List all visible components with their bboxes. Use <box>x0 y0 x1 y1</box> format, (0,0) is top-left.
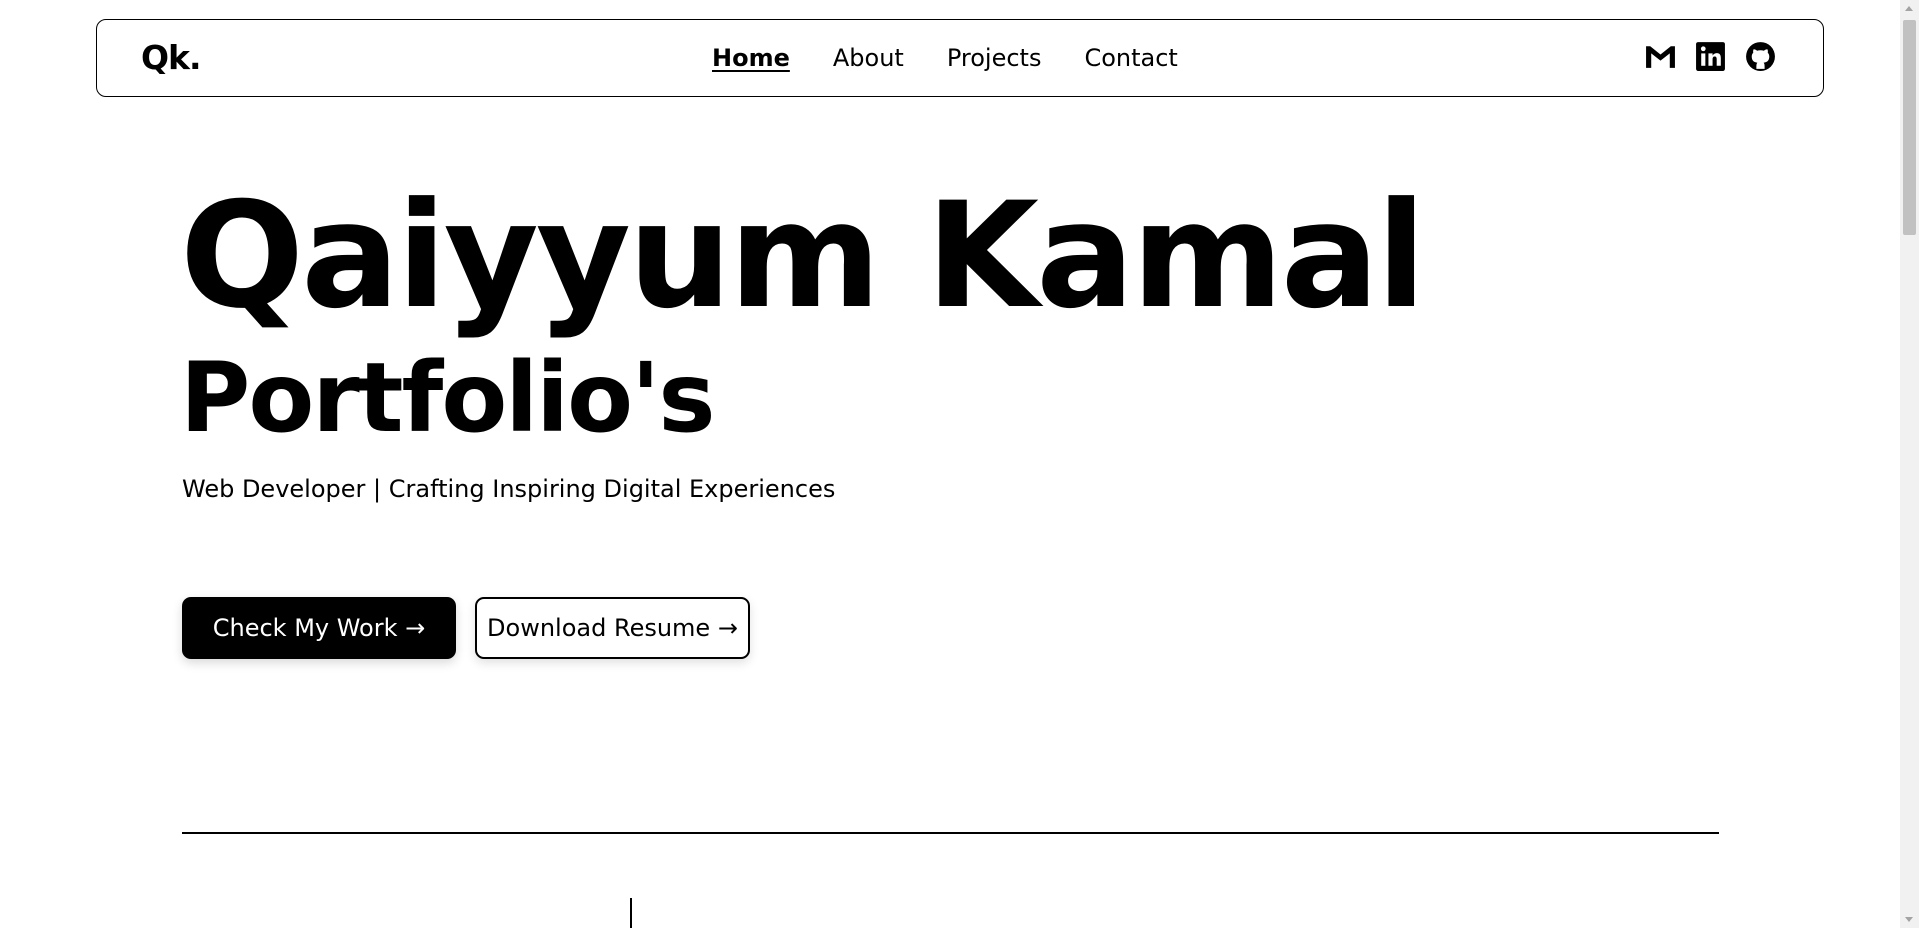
scrollbar[interactable] <box>1900 0 1919 928</box>
scroll-down-icon[interactable] <box>1905 917 1913 922</box>
gmail-icon[interactable] <box>1644 40 1677 73</box>
scroll-up-icon[interactable] <box>1905 6 1913 11</box>
nav-link-about[interactable]: About <box>833 44 904 72</box>
hero-tagline: Web Developer | Crafting Inspiring Digit… <box>182 475 836 503</box>
navbar: Qk. Home About Projects Contact <box>96 19 1824 97</box>
hero-name: Qaiyyum Kamal <box>180 171 1426 341</box>
nav-link-contact[interactable]: Contact <box>1084 44 1177 72</box>
download-resume-button[interactable]: Download Resume → <box>475 597 750 659</box>
scroll-thumb[interactable] <box>1903 20 1916 235</box>
check-my-work-button[interactable]: Check My Work → <box>182 597 456 659</box>
page: Qk. Home About Projects Contact Qaiyyum … <box>0 0 1919 928</box>
logo[interactable]: Qk. <box>141 38 202 77</box>
nav-links: Home About Projects Contact <box>712 44 1178 72</box>
linkedin-icon[interactable] <box>1694 40 1727 73</box>
social-links <box>1644 40 1777 73</box>
section-divider <box>182 832 1719 834</box>
nav-link-projects[interactable]: Projects <box>947 44 1042 72</box>
timeline-line <box>630 898 632 928</box>
hero-subtitle: Portfolio's <box>180 342 716 454</box>
github-icon[interactable] <box>1744 40 1777 73</box>
nav-link-home[interactable]: Home <box>712 44 790 72</box>
